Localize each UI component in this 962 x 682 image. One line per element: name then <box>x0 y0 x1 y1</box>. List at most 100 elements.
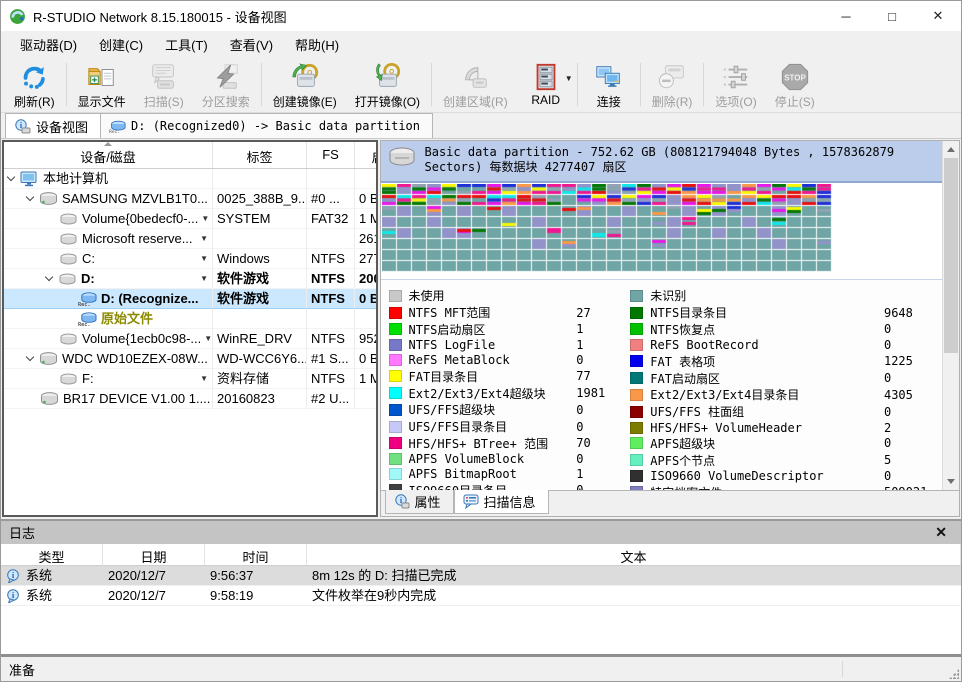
scrollbar-track[interactable] <box>943 158 959 473</box>
expander-chevron-icon[interactable] <box>26 193 34 201</box>
toolbar-button-show-files[interactable]: 显示文件 <box>69 59 135 110</box>
device-name: SAMSUNG MZVLB1T0... <box>62 189 208 208</box>
device-start: 277 MB <box>355 249 378 269</box>
toolbar-button-label: 刷新(R) <box>14 93 55 110</box>
legend-label: HFS/HFS+ BTree+ 范围 <box>409 435 549 452</box>
row-dropdown-icon[interactable]: ▼ <box>197 269 208 288</box>
tab-partition[interactable]: Rec. D: (Recognized0) -> Basic data part… <box>101 113 433 138</box>
toolbar-button-raid[interactable]: ▼RAID <box>517 59 575 110</box>
tree-column-header-3[interactable]: 启动 <box>355 142 378 168</box>
sort-indicator-icon <box>104 142 112 146</box>
legend-label: APFS超级块 <box>650 435 715 452</box>
create-region-icon <box>460 62 490 92</box>
log-close-icon[interactable]: ✕ <box>929 524 953 541</box>
disk-icon <box>39 191 58 207</box>
options-icon <box>721 62 751 92</box>
legend-count: 1225 <box>880 354 938 368</box>
partition-info-header: Basic data partition - 752.62 GB (808121… <box>381 141 943 183</box>
drive-icon <box>387 145 417 177</box>
toolbar-separator <box>703 63 704 106</box>
toolbar-button-connect[interactable]: 连接 <box>580 59 638 110</box>
toolbar-button-options[interactable]: 选项(O) <box>706 59 765 110</box>
legend-label: NTFS启动扇区 <box>409 321 486 338</box>
log-column-header-2[interactable]: 时间 <box>205 544 307 566</box>
menu-item-2[interactable]: 工具(T) <box>154 31 219 58</box>
toolbar-button-refresh[interactable]: 刷新(R) <box>5 59 64 110</box>
status-text: 准备 <box>9 660 35 679</box>
toolbar-separator <box>261 63 262 106</box>
device-label: 20160823 <box>213 389 307 409</box>
device-fs <box>307 229 355 249</box>
toolbar-button-create-region[interactable]: 创建区域(R) <box>434 59 517 110</box>
device-name: WDC WD10EZEX-08W... <box>62 349 208 368</box>
scan-info-panel: Basic data partition - 752.62 GB (808121… <box>380 140 961 517</box>
partition-search-icon <box>211 62 241 92</box>
open-image-icon <box>372 62 402 92</box>
toolbar-button-partition-search[interactable]: 分区搜索 <box>193 59 259 110</box>
tree-column-header-2[interactable]: FS <box>307 142 355 168</box>
legend-swatch <box>630 355 643 367</box>
legend-item-left-0: 未使用 <box>389 288 631 304</box>
legend-count: 1 <box>572 322 630 336</box>
scroll-up-arrow[interactable] <box>943 141 959 158</box>
resize-grip[interactable] <box>949 669 959 679</box>
device-label: 软件游戏 <box>213 289 307 309</box>
menu-item-4[interactable]: 帮助(H) <box>284 31 350 58</box>
tab-device-view[interactable]: i 设备视图 <box>5 113 101 138</box>
expander-chevron-icon[interactable] <box>45 273 53 281</box>
toolbar-button-scan[interactable]: 扫描(S) <box>135 59 193 110</box>
log-column-header-0[interactable]: 类型 <box>1 544 103 566</box>
legend-item-left-7: UFS/FFS超级块0 <box>389 402 631 418</box>
scan-blocks-map[interactable] <box>382 184 838 274</box>
log-time: 9:58:19 <box>205 586 307 606</box>
tree-column-header-1[interactable]: 标签 <box>213 142 307 168</box>
tab-properties-label: 属性 <box>415 492 441 511</box>
volume-icon <box>59 231 78 247</box>
legend-item-left-8: UFS/FFS目录条目0 <box>389 419 631 435</box>
tab-scan-info[interactable]: 扫描信息 <box>454 490 549 514</box>
scan-map <box>381 183 943 279</box>
menu-item-3[interactable]: 查看(V) <box>219 31 284 58</box>
device-label: 软件游戏 <box>213 269 307 289</box>
tree-column-header-0[interactable]: 设备/磁盘 <box>4 142 213 168</box>
device-label <box>213 309 307 329</box>
row-dropdown-icon[interactable]: ▼ <box>197 249 208 268</box>
legend-count: 27 <box>572 306 630 320</box>
row-dropdown-icon[interactable]: ▼ <box>197 369 208 388</box>
legend-swatch <box>630 454 643 466</box>
device-name: C: <box>82 249 95 268</box>
toolbar-button-open-image[interactable]: 打开镜像(O) <box>346 59 429 110</box>
tab-properties[interactable]: i 属性 <box>385 490 454 514</box>
toolbar-button-label: 创建区域(R) <box>443 93 508 110</box>
toolbar-button-stop[interactable]: STOP停止(S) <box>766 59 824 110</box>
expander-chevron-icon[interactable] <box>7 173 15 181</box>
toolbar-button-label: 选项(O) <box>715 93 756 110</box>
legend-label: 未使用 <box>409 287 445 304</box>
menu-item-1[interactable]: 创建(C) <box>88 31 154 58</box>
row-dropdown-icon[interactable]: ▼ <box>198 209 209 228</box>
device-start: 261 MB <box>355 229 378 249</box>
scroll-down-arrow[interactable] <box>943 473 959 490</box>
legend-item-left-5: FAT目录条目77 <box>389 368 631 384</box>
menu-item-0[interactable]: 驱动器(D) <box>9 31 88 58</box>
toolbar-button-create-image[interactable]: 创建镜像(E) <box>264 59 346 110</box>
legend-swatch <box>389 468 402 480</box>
toolbar-button-label: 打开镜像(O) <box>355 93 420 110</box>
device-fs: #2 U... <box>307 389 355 409</box>
minimize-button[interactable]: ─ <box>823 1 869 31</box>
expander-chevron-icon[interactable] <box>26 353 34 361</box>
row-dropdown-icon[interactable]: ▼ <box>201 329 212 348</box>
scrollbar-vertical[interactable] <box>942 141 959 490</box>
log-date: 2020/12/7 <box>103 586 205 606</box>
scrollbar-thumb[interactable] <box>944 158 958 353</box>
close-button[interactable]: ✕ <box>915 1 961 31</box>
row-dropdown-icon[interactable]: ▼ <box>197 229 208 248</box>
device-fs: NTFS <box>307 329 355 349</box>
toolbar-button-delete[interactable]: 删除(R) <box>643 59 702 110</box>
maximize-button[interactable]: □ <box>869 1 915 31</box>
device-fs: #0 ... <box>307 189 355 209</box>
log-column-header-3[interactable]: 文本 <box>307 544 961 566</box>
device-fs <box>307 309 355 329</box>
log-column-header-1[interactable]: 日期 <box>103 544 205 566</box>
raid-dropdown-arrow[interactable]: ▼ <box>565 74 573 83</box>
